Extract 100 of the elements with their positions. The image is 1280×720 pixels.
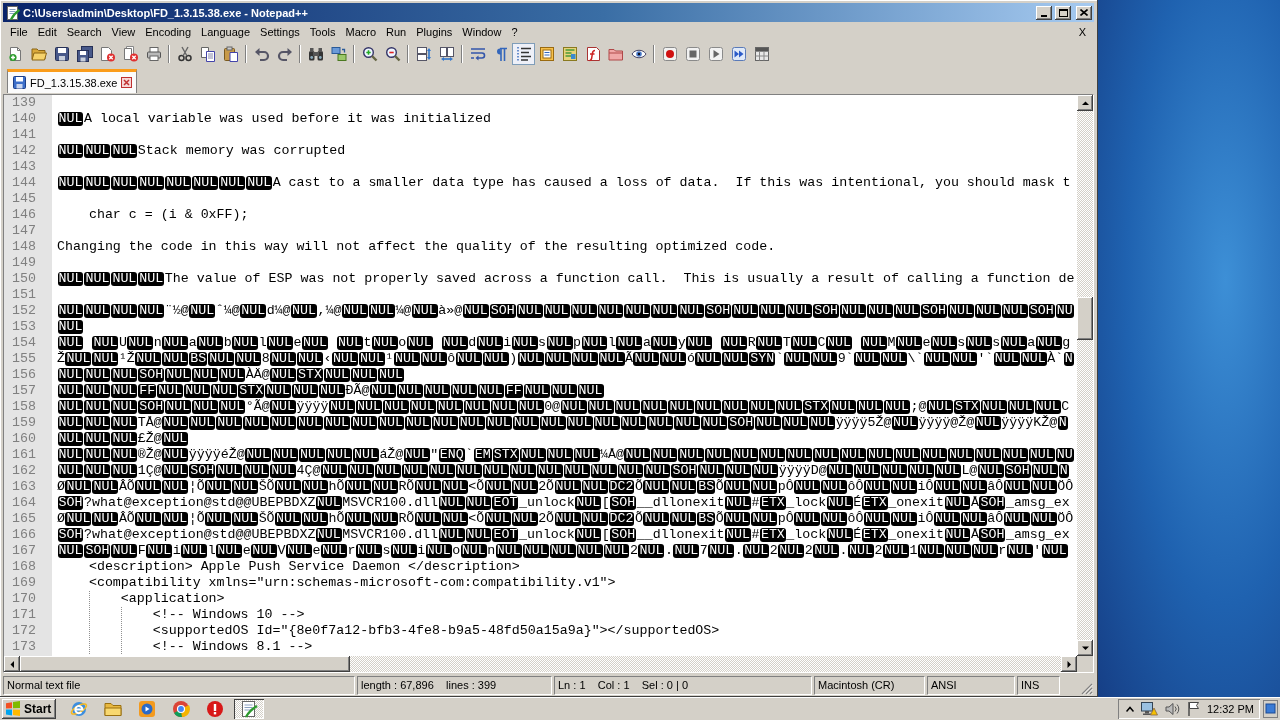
close-document-button[interactable]: X [1073,23,1091,40]
taskbar-button[interactable] [234,698,264,719]
menu-item[interactable]: File [3,23,33,40]
menu-item[interactable]: Tools [304,23,341,40]
code-text: ÿÿÿÿ@Ž@ [918,415,975,431]
control-character: NUL [668,400,695,414]
menu-item[interactable]: Language [196,23,256,40]
resize-grip-icon[interactable] [1081,683,1093,695]
control-character: NUL [111,176,138,190]
menu-item[interactable]: ? [506,23,523,40]
control-character: NUL [516,304,543,318]
code-text: Ã [625,351,633,367]
menu-item[interactable]: Window [457,23,507,40]
line-number: 165 [12,511,37,527]
control-character: NUL [57,176,84,190]
control-character: NUL [971,544,998,558]
control-character: NUL [57,304,84,318]
caret-up-icon[interactable] [1125,705,1134,712]
scrollbar-thumb[interactable] [20,656,350,672]
scroll-left-button[interactable] [4,656,20,672]
control-character: SOH [979,496,1006,510]
code-text: ?what@exception@std@@UBEPBDXZ [83,495,316,511]
control-character: NUL [485,416,512,430]
control-character: NUL [1003,512,1030,526]
menu-item[interactable]: Edit [32,23,62,40]
line-number: 164 [12,495,37,511]
code-text: hÕ [328,479,345,495]
control-character: NUL [270,464,297,478]
control-character: NUL [162,480,189,494]
close-button[interactable] [1076,5,1092,20]
indent-guide-button[interactable] [512,42,535,65]
control-character: NUL [84,368,111,382]
control-character: NUL [184,384,211,398]
code-text: d¼@ [266,303,291,319]
maximize-button[interactable] [1055,5,1071,20]
minimize-button[interactable] [1036,5,1052,20]
control-character: NUL [543,304,570,318]
show-desktop-icon[interactable] [1263,699,1278,718]
start-button[interactable]: Start [2,698,56,719]
control-character: NUL [57,368,84,382]
control-character: NUL [111,304,138,318]
vertical-scrollbar[interactable] [1077,95,1093,656]
control-character: EOT [492,528,519,542]
control-character: NUL [701,416,728,430]
close-tab-icon[interactable] [121,77,133,88]
horizontal-scrollbar[interactable] [4,656,1077,672]
code-text: âÔ [987,511,1004,527]
control-character: NUL [620,416,647,430]
code-text: É [853,527,862,543]
network-icon[interactable] [1140,701,1158,716]
control-character: NUL [197,336,224,350]
menu-item[interactable]: View [106,23,141,40]
browser-icon [70,699,88,718]
menu-item[interactable]: Run [381,23,412,40]
code-text: Å [970,495,979,511]
scissors-icon [176,45,193,62]
control-character: NUL [571,352,598,366]
code-text: 2 [630,543,638,559]
control-character: NUL [57,544,84,558]
control-character: NU [1055,304,1074,318]
control-character: NUL [135,512,162,526]
code-text: __dllonexit [636,527,725,543]
control-character: NUL [111,272,138,286]
menu-item[interactable]: Encoding [140,23,197,40]
control-character: NUL [512,416,539,430]
line-number: 142 [12,143,37,159]
code-text: 1Ç@ [137,463,162,479]
control-character: NUL [1031,464,1058,478]
control-character: SOH [489,304,516,318]
code-text: . [734,543,743,559]
control-character: NUL [1034,400,1061,414]
flag-icon[interactable] [1186,701,1200,716]
control-character: NUL [560,400,587,414]
control-character: BS [189,352,208,366]
code-text: <application> [120,591,225,607]
scroll-down-button[interactable] [1077,640,1093,656]
code-text: <Õ [468,479,485,495]
speaker-icon[interactable] [1164,701,1180,716]
code-text: 2 [804,543,813,559]
scroll-right-button[interactable] [1061,656,1077,672]
control-character: NUL [291,304,318,318]
control-character: NUL [319,384,345,398]
menu-item[interactable]: Search [61,23,107,40]
scroll-up-button[interactable] [1077,95,1093,111]
line-number: 160 [12,431,37,447]
code-text: ÖÔ [1057,479,1074,495]
control-character: NUL [732,304,759,318]
control-character: NUL [189,416,216,430]
scrollbar-thumb[interactable] [1077,297,1093,340]
document-tab[interactable]: FD_1.3.15.38.exe [7,69,138,93]
menu-item[interactable]: Macro [340,23,382,40]
code-text: ÀÄ@ [245,367,270,383]
code-text: £Ž@ [137,431,162,447]
menu-item[interactable]: Plugins [411,23,458,40]
clock[interactable]: 12:32 PM [1206,702,1254,715]
control-character: NUL [302,336,328,350]
control-character: NUL [216,416,243,430]
control-character: NUL [519,448,546,462]
menu-item[interactable]: Settings [255,23,305,40]
code-text: âÔ [987,479,1004,495]
